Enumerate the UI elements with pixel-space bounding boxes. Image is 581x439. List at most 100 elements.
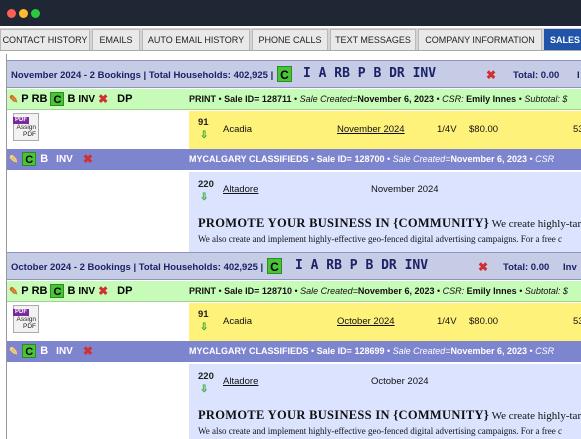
assign-pdf-icon[interactable]: PDF Assign PDF	[13, 113, 39, 141]
tab-sales[interactable]: SALES	[544, 29, 581, 50]
print-line-item: 91 ⇩ Acadia November 2024 1/4V $80.00 53	[189, 111, 581, 149]
month-total: Total: 0.00	[503, 262, 550, 273]
header-delete-icon[interactable]: ✖	[478, 260, 488, 274]
print-booking-row: ✎ P RB C B INV ✖ DP PRINT • Sale ID= 128711 • S…	[7, 89, 581, 110]
assign-label: Assign	[16, 124, 36, 131]
community-name: Acadia	[223, 316, 253, 327]
dp-button[interactable]: DP	[117, 93, 132, 105]
rb-button[interactable]: RB	[32, 93, 48, 105]
sale-created-label: Sale Created=	[392, 346, 451, 356]
tab-company-information[interactable]: COMPANY INFORMATION	[418, 29, 542, 50]
header-c-button[interactable]: C	[267, 258, 282, 274]
classifieds-booking-row: ✎ C B INV ✖ MYCALGARY CLASSIFIEDS • Sale ID=…	[7, 341, 581, 362]
line-number: 220	[198, 179, 214, 190]
community-link[interactable]: Altadore	[223, 376, 258, 387]
header-action-letters[interactable]: I A RB P B DR INV	[303, 66, 436, 81]
edit-pencil-icon[interactable]: ✎	[9, 153, 18, 166]
c-button[interactable]: C	[22, 344, 37, 358]
delete-x-icon[interactable]: ✖	[83, 152, 93, 166]
b-button[interactable]: B	[40, 153, 48, 165]
maximize-window-button[interactable]	[31, 9, 40, 18]
print-actions: ✎ P RB C B INV ✖ DP	[9, 284, 135, 298]
pdf-label: PDF	[23, 131, 36, 138]
minimize-window-button[interactable]	[19, 9, 28, 18]
sale-id: Sale ID= 128710	[224, 286, 292, 296]
community-name: Acadia	[223, 124, 253, 135]
booking-month: November 2024	[371, 184, 439, 195]
promo-head: PROMOTE YOUR BUSINESS IN {COMMUNITY}	[198, 408, 490, 422]
print-booking-row: ✎ P RB C B INV ✖ DP PRINT • Sale ID= 128710 • S…	[7, 281, 581, 302]
ad-copy-headline: PROMOTE YOUR BUSINESS IN {COMMUNITY} We …	[198, 216, 581, 231]
inv-button[interactable]: INV	[56, 154, 73, 165]
community-link[interactable]: Altadore	[223, 184, 258, 195]
tab-phone-calls[interactable]: PHONE CALLS	[252, 29, 328, 50]
move-down-arrow-icon[interactable]: ⇩	[200, 384, 208, 395]
promo-body: We create highly-targeted, cost-e	[491, 410, 581, 422]
print-actions: ✎ P RB C B INV ✖ DP	[9, 92, 135, 106]
pdf-tag: PDF	[13, 309, 29, 316]
month-total-tail: I	[577, 70, 580, 81]
ad-price: $80.00	[469, 124, 499, 135]
ad-price: $80.00	[469, 316, 499, 327]
booking-month-link[interactable]: October 2024	[337, 316, 395, 327]
classified-sale-info: MYCALGARY CLASSIFIEDS • Sale ID= 128699 …	[189, 346, 555, 356]
print-line-item: 91 ⇩ Acadia October 2024 1/4V $80.00 53	[189, 303, 581, 341]
move-down-arrow-icon[interactable]: ⇩	[200, 192, 208, 203]
tab-emails[interactable]: EMAILS	[92, 29, 140, 50]
tab-bar: CONTACT HISTORY EMAILS AUTO EMAIL HISTOR…	[0, 28, 581, 51]
rb-button[interactable]: RB	[32, 285, 48, 297]
month-total-tail: Inv	[563, 262, 577, 273]
classified-actions: ✎ C B INV ✖	[9, 344, 97, 358]
c-button[interactable]: C	[50, 284, 65, 298]
sales-bookings-list: November 2024 - 2 Bookings | Total House…	[6, 54, 581, 439]
tab-contact-history[interactable]: CONTACT HISTORY	[0, 29, 90, 50]
month-title: October 2024 - 2 Bookings | Total Househ…	[11, 262, 264, 273]
b-button[interactable]: B	[67, 285, 75, 297]
delete-x-icon[interactable]: ✖	[98, 284, 108, 298]
classifieds-booking-row: ✎ C B INV ✖ MYCALGARY CLASSIFIEDS • Sale ID=…	[7, 149, 581, 170]
sale-created-date: November 6, 2023	[450, 154, 527, 164]
sale-type-label: PRINT	[189, 94, 216, 104]
delete-x-icon[interactable]: ✖	[83, 344, 93, 358]
ad-size: 1/4V	[437, 316, 457, 327]
inv-button[interactable]: INV	[78, 94, 95, 105]
sale-id: Sale ID= 128700	[316, 154, 385, 164]
c-button[interactable]: C	[22, 152, 37, 166]
line-total: 53	[573, 124, 581, 135]
month-header-october: October 2024 - 2 Bookings | Total Househ…	[7, 252, 581, 280]
assign-pdf-icon[interactable]: PDF Assign PDF	[13, 305, 39, 333]
month-header-november: November 2024 - 2 Bookings | Total House…	[7, 60, 581, 88]
header-c-button[interactable]: C	[277, 66, 292, 82]
edit-pencil-icon[interactable]: ✎	[9, 345, 18, 358]
line-number: 91	[198, 117, 209, 128]
header-action-letters[interactable]: I A RB P B DR INV	[295, 258, 428, 273]
b-button[interactable]: B	[67, 93, 75, 105]
inv-button[interactable]: INV	[78, 286, 95, 297]
tab-text-messages[interactable]: TEXT MESSAGES	[330, 29, 416, 50]
line-number: 91	[198, 309, 209, 320]
assign-label: Assign	[16, 316, 36, 323]
tab-auto-email-history[interactable]: AUTO EMAIL HISTORY	[142, 29, 250, 50]
sale-type-label: MYCALGARY CLASSIFIEDS	[189, 154, 309, 164]
csr-label: CSR	[535, 346, 555, 356]
edit-pencil-icon[interactable]: ✎	[9, 285, 18, 298]
dp-button[interactable]: DP	[117, 285, 132, 297]
edit-pencil-icon[interactable]: ✎	[9, 93, 18, 106]
p-button[interactable]: P	[21, 93, 28, 105]
sale-created-date: November 6, 2023	[450, 346, 527, 356]
close-window-button[interactable]	[7, 9, 16, 18]
sale-type-label: MYCALGARY CLASSIFIEDS	[189, 346, 309, 356]
p-button[interactable]: P	[21, 285, 28, 297]
inv-button[interactable]: INV	[56, 346, 73, 357]
line-number: 220	[198, 371, 214, 382]
move-down-arrow-icon[interactable]: ⇩	[200, 322, 208, 333]
print-sale-info: PRINT • Sale ID= 128711 • Sale Created=N…	[189, 94, 568, 104]
booking-month-link[interactable]: November 2024	[337, 124, 405, 135]
c-button[interactable]: C	[50, 92, 65, 106]
b-button[interactable]: B	[40, 345, 48, 357]
delete-x-icon[interactable]: ✖	[98, 92, 108, 106]
classified-actions: ✎ C B INV ✖	[9, 152, 97, 166]
header-delete-icon[interactable]: ✖	[486, 68, 496, 82]
move-down-arrow-icon[interactable]: ⇩	[200, 130, 208, 141]
csr-name: Emily Innes	[466, 94, 517, 104]
